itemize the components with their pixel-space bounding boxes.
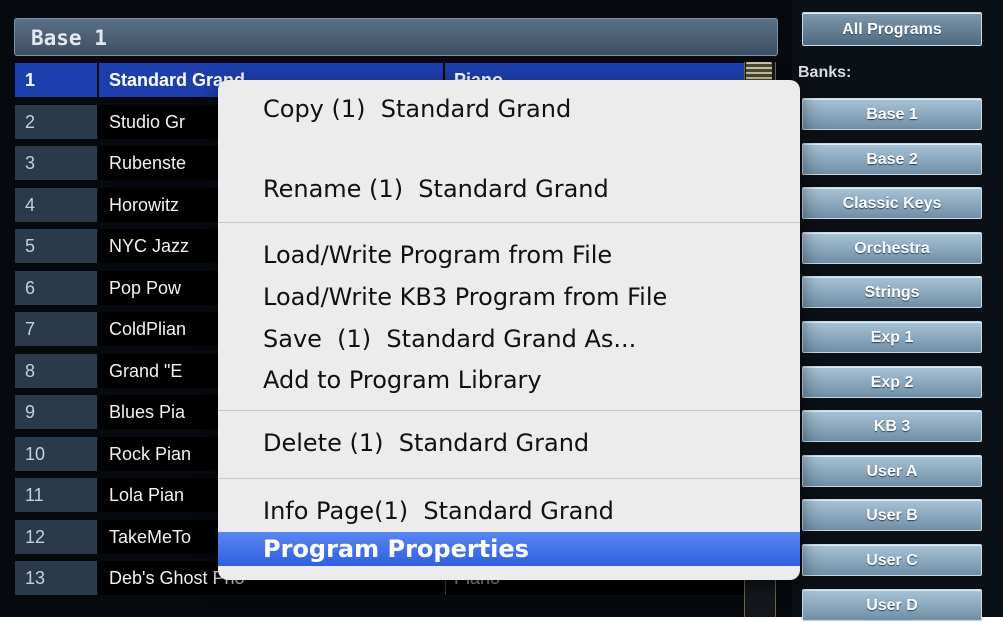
menu-item-load-write-program[interactable]: Load/Write Program from File	[218, 238, 800, 272]
program-number: 3	[15, 146, 97, 180]
banks-label: Banks:	[798, 64, 852, 81]
menu-item-save-as[interactable]: Save (1) Standard Grand As...	[218, 322, 800, 356]
bank-button[interactable]: User B	[802, 499, 982, 532]
bank-button[interactable]: Exp 1	[802, 321, 982, 353]
program-number: 5	[15, 229, 97, 263]
bank-button[interactable]: KB 3	[802, 410, 982, 443]
bank-selector-panel: All Programs Banks: Base 1 Base 2 Classic …	[792, 0, 1003, 621]
program-number: 12	[15, 519, 97, 554]
bank-button[interactable]: Base 2	[802, 142, 982, 175]
menu-separator	[218, 222, 800, 223]
program-number: 2	[15, 104, 97, 139]
menu-separator	[218, 478, 800, 479]
bank-button[interactable]: Classic Keys	[802, 187, 982, 220]
bank-title-bar: Base 1	[14, 18, 778, 56]
menu-item-delete[interactable]: Delete (1) Standard Grand	[218, 426, 800, 460]
bank-button[interactable]: User D	[802, 588, 982, 621]
program-number: 7	[15, 312, 97, 346]
bank-button[interactable]: Exp 2	[802, 365, 982, 398]
bank-button[interactable]: Base 1	[802, 98, 982, 130]
bank-button[interactable]: User A	[802, 454, 982, 487]
menu-item-add-to-library[interactable]: Add to Program Library	[218, 363, 800, 397]
program-number: 1	[15, 63, 97, 97]
bank-button[interactable]: User C	[802, 544, 982, 576]
menu-item-info-page[interactable]: Info Page(1) Standard Grand	[218, 494, 800, 528]
bank-button[interactable]: Orchestra	[802, 231, 982, 264]
menu-item-copy[interactable]: Copy (1) Standard Grand	[218, 92, 800, 126]
program-number: 8	[15, 353, 97, 388]
program-number: 13	[15, 561, 97, 595]
program-number: 9	[15, 395, 97, 429]
menu-item-program-properties[interactable]: Program Properties	[218, 532, 800, 566]
menu-separator	[218, 410, 800, 411]
context-menu: Copy (1) Standard Grand Rename (1) Stand…	[218, 80, 800, 580]
menu-item-rename[interactable]: Rename (1) Standard Grand	[218, 172, 800, 206]
bank-button[interactable]: Strings	[802, 276, 982, 309]
program-number: 11	[15, 478, 97, 512]
program-number: 10	[15, 436, 97, 471]
program-number: 4	[15, 187, 97, 222]
menu-item-load-write-kb3-program[interactable]: Load/Write KB3 Program from File	[218, 280, 800, 314]
program-number: 6	[15, 270, 97, 305]
all-programs-button[interactable]: All Programs	[802, 12, 982, 46]
